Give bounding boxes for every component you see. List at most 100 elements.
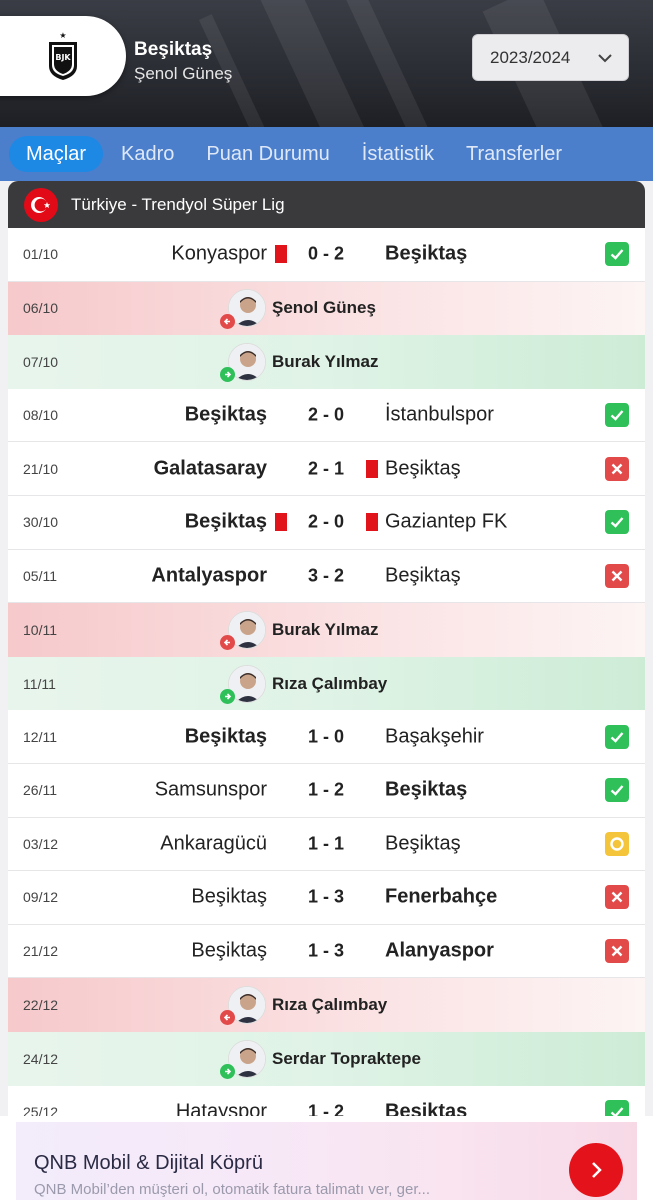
match-row[interactable]: 30/10 Beşiktaş 2 - 0 Gaziantep FK (8, 495, 645, 550)
coach-in-arrow-icon (220, 688, 235, 704)
away-team: İstanbulspor (385, 403, 494, 426)
coach-change-name: Burak Yılmaz (272, 351, 379, 371)
change-date: 06/10 (23, 300, 59, 317)
home-team: Galatasaray (153, 457, 267, 480)
coach-change-name: Şenol Güneş (272, 298, 376, 318)
match-score: 1 - 2 (307, 779, 345, 800)
coach-change-row[interactable]: 22/12 Rıza Çalımbay (8, 978, 645, 1032)
match-row[interactable]: 25/12 Hatayspor 1 - 2 Beşiktaş (8, 1085, 645, 1116)
match-row[interactable]: 05/11 Antalyaspor 3 - 2 Beşiktaş (8, 549, 645, 604)
tab-istatistik[interactable]: İstatistik (346, 136, 450, 172)
coach-change-name: Rıza Çalımbay (272, 995, 388, 1015)
coach-change-row[interactable]: 06/10 Şenol Güneş (8, 281, 645, 336)
tab-kadro[interactable]: Kadro (105, 136, 190, 172)
home-team: Samsunspor (154, 778, 267, 801)
match-score: 1 - 3 (307, 940, 345, 961)
away-team: Başakşehir (385, 725, 484, 748)
team-logo: ★ BJK (0, 16, 126, 96)
home-team: Beşiktaş (184, 725, 267, 748)
red-card-icon (275, 513, 287, 532)
coach-out-arrow-icon (220, 635, 235, 651)
match-date: 09/12 (23, 889, 59, 906)
coach-in-arrow-icon (220, 367, 235, 383)
match-score: 2 - 1 (307, 458, 345, 479)
match-date: 08/10 (23, 407, 59, 424)
svg-text:BJK: BJK (55, 53, 71, 62)
svg-text:★: ★ (59, 31, 66, 40)
match-date: 05/11 (23, 567, 57, 584)
league-name: Türkiye - Trendyol Süper Lig (71, 194, 285, 214)
coach-out-arrow-icon (220, 1010, 235, 1026)
tab-maclar[interactable]: Maçlar (9, 136, 104, 172)
coach-change-row[interactable]: 11/11 Rıza Çalımbay (8, 656, 645, 711)
season-select[interactable]: 2023/2024 (472, 34, 629, 81)
tab-puan-durumu[interactable]: Puan Durumu (190, 136, 345, 172)
team-name: Beşiktaş (134, 39, 213, 60)
home-team: Hatayspor (175, 1100, 267, 1116)
match-row[interactable]: 03/12 Ankaragücü 1 - 1 Beşiktaş (8, 817, 645, 872)
coach-change-row[interactable]: 24/12 Serdar Topraktepe (8, 1031, 645, 1086)
match-date: 26/11 (23, 782, 57, 799)
match-score: 1 - 3 (307, 886, 345, 907)
chevron-down-icon (598, 54, 612, 63)
away-team: Fenerbahçe (385, 885, 498, 908)
home-team: Beşiktaş (191, 885, 267, 908)
coach-name: Şenol Güneş (134, 64, 233, 83)
loss-x-icon (605, 563, 629, 588)
loss-x-icon (605, 456, 629, 481)
red-card-icon (275, 245, 287, 264)
coach-out-arrow-icon (220, 313, 235, 329)
team-header: ★ BJK Beşiktaş Şenol Güneş 2023/2024 (0, 0, 653, 127)
match-date: 21/12 (23, 943, 59, 960)
red-card-icon (366, 459, 378, 478)
coach-change-row[interactable]: 10/11 Burak Yılmaz (8, 603, 645, 657)
match-row[interactable]: 26/11 Samsunspor 1 - 2 Beşiktaş (8, 763, 645, 818)
match-row[interactable]: 01/10 Konyaspor 0 - 2 Beşiktaş (8, 228, 645, 282)
win-check-icon (605, 724, 629, 749)
tab-bar: Maçlar Kadro Puan Durumu İstatistik Tran… (0, 127, 653, 181)
match-score: 1 - 0 (307, 726, 345, 747)
match-score: 2 - 0 (307, 404, 345, 425)
loss-x-icon (605, 885, 629, 910)
away-team: Beşiktaş (385, 1100, 468, 1116)
match-list: 01/10 Konyaspor 0 - 2 Beşiktaş 06/10 Şen… (8, 228, 645, 1116)
ad-banner[interactable]: QNB Mobil & Dijital Köprü QNB Mobil’den … (0, 1116, 653, 1200)
league-header[interactable]: Türkiye - Trendyol Süper Lig (8, 181, 645, 228)
ad-title: QNB Mobil & Dijital Köprü (34, 1152, 263, 1174)
red-card-icon (366, 513, 378, 532)
loss-x-icon (605, 939, 629, 964)
season-value: 2023/2024 (490, 47, 571, 67)
match-date: 12/11 (23, 728, 57, 745)
win-check-icon (605, 778, 629, 803)
match-date: 30/10 (23, 514, 59, 531)
ad-content[interactable]: QNB Mobil & Dijital Köprü QNB Mobil’den … (16, 1122, 637, 1200)
coach-change-name: Serdar Topraktepe (272, 1048, 421, 1068)
coach-change-row[interactable]: 07/10 Burak Yılmaz (8, 335, 645, 389)
home-team: Beşiktaş (191, 939, 267, 962)
home-team: Beşiktaş (184, 403, 267, 426)
coach-change-name: Rıza Çalımbay (272, 673, 388, 693)
match-date: 03/12 (23, 835, 59, 852)
away-team: Beşiktaş (385, 564, 461, 587)
tab-transferler[interactable]: Transferler (450, 136, 578, 172)
match-row[interactable]: 21/10 Galatasaray 2 - 1 Beşiktaş (8, 442, 645, 496)
match-score: 0 - 2 (307, 243, 345, 264)
match-row[interactable]: 12/11 Beşiktaş 1 - 0 Başakşehir (8, 710, 645, 764)
away-team: Beşiktaş (385, 457, 461, 480)
ad-open-button[interactable] (569, 1143, 623, 1197)
match-date: 21/10 (23, 460, 59, 477)
change-date: 22/12 (23, 997, 59, 1014)
match-date: 01/10 (23, 246, 59, 263)
match-row[interactable]: 09/12 Beşiktaş 1 - 3 Fenerbahçe (8, 871, 645, 925)
change-date: 07/10 (23, 353, 59, 370)
match-score: 3 - 2 (307, 565, 345, 586)
match-row[interactable]: 08/10 Beşiktaş 2 - 0 İstanbulspor (8, 388, 645, 443)
change-date: 11/11 (23, 675, 56, 692)
match-date: 25/12 (23, 1103, 59, 1116)
home-team: Konyaspor (171, 242, 267, 265)
home-team: Beşiktaş (184, 510, 267, 533)
away-team: Alanyaspor (385, 939, 494, 962)
match-row[interactable]: 21/12 Beşiktaş 1 - 3 Alanyaspor (8, 924, 645, 979)
win-check-icon (605, 1099, 629, 1116)
change-date: 24/12 (23, 1050, 59, 1067)
